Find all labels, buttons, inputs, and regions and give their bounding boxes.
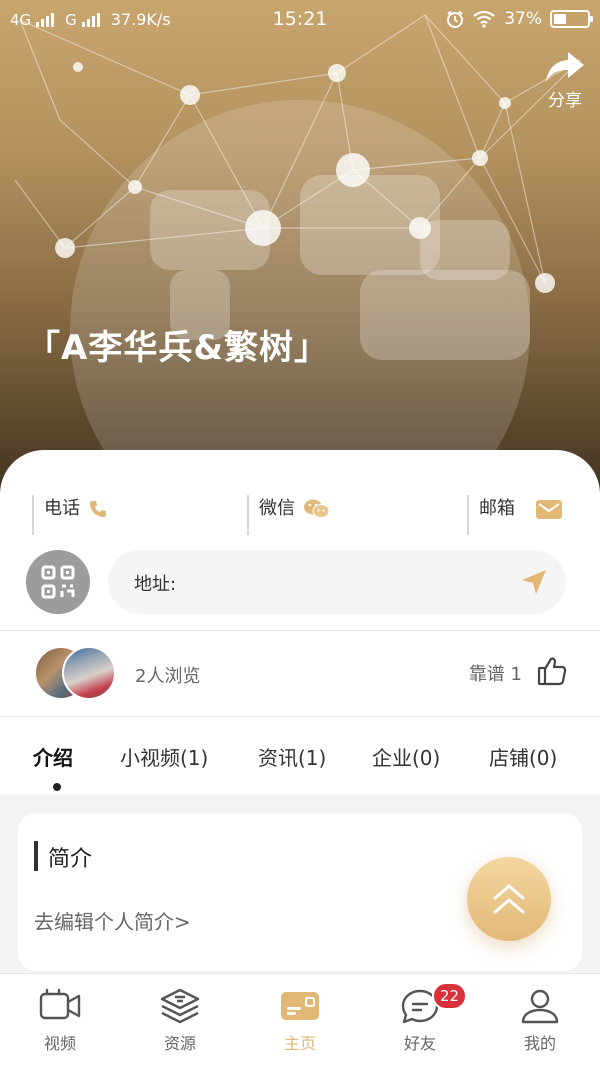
edit-intro-link[interactable]: 去编辑个人简介> — [34, 906, 191, 935]
intro-title: 简介 — [48, 847, 93, 872]
nav-video[interactable]: 视频 — [20, 988, 100, 1054]
tab-company[interactable]: 企业(0) — [372, 742, 440, 771]
nav-home-label: 主页 — [283, 1034, 316, 1053]
tab-shop[interactable]: 店铺(0) — [489, 742, 557, 771]
bottom-navigation: 视频 资源 主页 好友 22 我的 — [0, 973, 600, 1067]
contact-wechat[interactable]: 微信 — [247, 495, 331, 535]
nav-home[interactable]: 主页 — [260, 988, 340, 1054]
active-tab-indicator — [53, 783, 61, 791]
profile-name-title: 「A李华兵&繁树」 — [26, 328, 329, 368]
contact-methods: 电话 微信 邮箱 — [0, 495, 600, 535]
nav-resources-label: 资源 — [163, 1034, 196, 1053]
video-icon — [39, 988, 81, 1020]
contact-email[interactable]: 邮箱 — [467, 495, 563, 535]
user-icon — [521, 989, 559, 1024]
contact-phone-label: 电话 — [44, 498, 80, 519]
tab-news[interactable]: 资讯(1) — [258, 742, 326, 771]
navigation-arrow-icon[interactable] — [520, 568, 548, 596]
tab-intro[interactable]: 介绍 — [33, 742, 73, 771]
qr-code-icon — [41, 565, 75, 599]
battery-percent: 37% — [504, 9, 542, 29]
nav-video-label: 视频 — [43, 1034, 76, 1053]
nav-mine-label: 我的 — [523, 1034, 556, 1053]
status-bar: 4G G 37.9K/s 15:21 37% — [0, 0, 600, 40]
address-bar[interactable]: 地址: — [108, 550, 566, 614]
wifi-icon — [473, 10, 495, 28]
unread-badge: 22 — [432, 982, 468, 1010]
scroll-to-top-button[interactable] — [467, 857, 551, 941]
like-count: 靠谱 1 — [468, 664, 522, 685]
phone-icon — [90, 501, 106, 517]
mail-icon — [536, 500, 562, 519]
share-arrow-icon — [546, 52, 584, 82]
wechat-icon — [304, 499, 330, 518]
visitors-row: 2人浏览 靠谱 1 — [0, 630, 600, 716]
qr-code-button[interactable] — [26, 550, 90, 614]
contact-phone[interactable]: 电话 — [32, 495, 108, 535]
alarm-icon — [447, 10, 464, 28]
nav-friends-label: 好友 — [403, 1034, 436, 1053]
nav-friends[interactable]: 好友 22 — [380, 982, 468, 1054]
layers-icon — [160, 988, 200, 1024]
tab-short-videos[interactable]: 小视频(1) — [120, 742, 208, 771]
battery-icon — [550, 10, 593, 28]
section-marker — [34, 841, 38, 871]
home-card-icon — [281, 992, 319, 1020]
battery-level-fill — [554, 14, 566, 24]
nav-mine[interactable]: 我的 — [500, 988, 580, 1054]
view-count: 2人浏览 — [135, 666, 201, 687]
nav-resources[interactable]: 资源 — [140, 988, 220, 1054]
profile-info-card: 电话 微信 邮箱 地址: 2人浏览 靠谱 1 介绍 小视频(1) 资讯(1) 企… — [0, 450, 600, 795]
share-button[interactable]: 分享 — [544, 50, 586, 111]
contact-wechat-label: 微信 — [259, 498, 295, 519]
address-label: 地址: — [134, 574, 177, 595]
thumbs-up-icon[interactable] — [536, 655, 568, 687]
profile-hero-banner: 4G G 37.9K/s 15:21 37% 分享 「A李华兵&繁树」 — [0, 0, 600, 500]
visitor-avatar[interactable] — [62, 646, 116, 700]
globe-network-background — [14, 14, 581, 500]
profile-tabs: 介绍 小视频(1) 资讯(1) 企业(0) 店铺(0) — [0, 716, 600, 795]
share-label: 分享 — [548, 91, 582, 111]
double-chevron-up-icon — [493, 884, 525, 914]
contact-email-label: 邮箱 — [479, 498, 515, 519]
